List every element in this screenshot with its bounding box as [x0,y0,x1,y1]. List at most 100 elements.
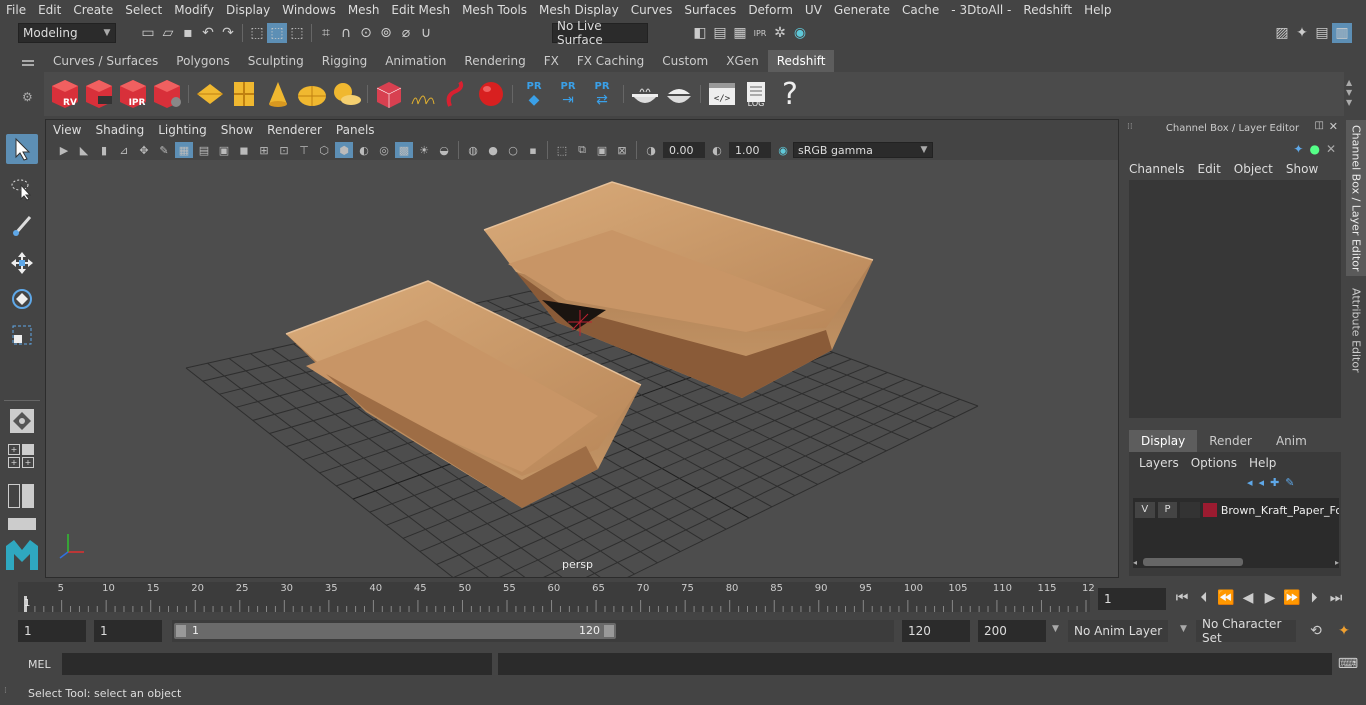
xray-icon[interactable]: ⧉ [573,142,591,158]
view-transform-dropdown[interactable]: sRGB gamma ▼ [793,142,933,158]
image-plane-icon[interactable]: ⊿ [115,142,133,158]
new-layer-icon[interactable]: ✚ [1270,476,1279,489]
step-forward-key-icon[interactable]: ⏩ [1282,588,1302,608]
script-editor-icon[interactable]: ⌨ [1338,654,1358,674]
ipr-render-button[interactable]: IPR [118,78,148,110]
move-layer-down-icon[interactable]: ◂ [1259,476,1265,489]
tab-attribute-editor[interactable]: Attribute Editor [1346,282,1366,378]
manipulator-icon[interactable]: ✦ [1293,142,1303,156]
layout-outliner-icon[interactable] [8,484,38,508]
film-gate-icon[interactable]: ▤ [195,142,213,158]
ipr-render-icon[interactable]: IPR [750,23,770,43]
camera-attrs-icon[interactable]: ◣ [75,142,93,158]
current-frame-field[interactable]: 1 [1098,588,1166,610]
channel-menu-edit[interactable]: Edit [1198,162,1228,176]
tab-animation[interactable]: Animation [376,50,455,72]
menu-windows[interactable]: Windows [276,3,342,17]
layer-color-swatch[interactable] [1203,503,1217,517]
layer-tab-display[interactable]: Display [1129,430,1198,452]
panel-menu-show[interactable]: Show [214,123,260,137]
playback-end-field[interactable]: 120 [902,620,970,642]
panel-menu-view[interactable]: View [46,123,88,137]
layer-hscroll[interactable]: ◂ ▸ [1133,556,1339,568]
menu-edit-mesh[interactable]: Edit Mesh [385,3,456,17]
smooth-shade-icon[interactable]: ⬢ [335,142,353,158]
tab-redshift[interactable]: Redshift [767,50,835,72]
snap-point-icon[interactable]: ⊙ [356,23,376,43]
render-settings-icon[interactable]: ◧ [690,23,710,43]
menu-select[interactable]: Select [119,3,168,17]
gamma-field[interactable]: 1.00 [729,142,771,158]
layer-menu-options[interactable]: Options [1185,456,1243,470]
auto-key-icon[interactable]: ⟲ [1306,621,1326,641]
panel-menu-shading[interactable]: Shading [88,123,151,137]
proxy-diamond-button[interactable] [195,78,225,110]
rect-light-button[interactable] [229,78,259,110]
tab-xgen[interactable]: XGen [717,50,768,72]
channel-menu-show[interactable]: Show [1286,162,1325,176]
pr-export-button[interactable]: PR ⇥ [553,78,583,110]
channel-menu-object[interactable]: Object [1234,162,1280,176]
scene-end-field[interactable]: 200 [978,620,1046,642]
menu-generate[interactable]: Generate [828,3,896,17]
layer-visibility-toggle[interactable]: V [1135,502,1155,518]
menu-redshift[interactable]: Redshift [1017,3,1078,17]
tab-custom[interactable]: Custom [653,50,717,72]
go-to-end-icon[interactable]: ⏭ [1326,588,1346,608]
redo-icon[interactable]: ↷ [218,23,238,43]
play-backward-icon[interactable]: ◀ [1238,588,1258,608]
menu-cache[interactable]: Cache [896,3,945,17]
save-scene-icon[interactable]: ▪ [178,23,198,43]
menu-mesh[interactable]: Mesh [342,3,386,17]
gate-mask-icon[interactable]: ◼ [235,142,253,158]
playback-start-field[interactable]: 1 [94,620,162,642]
textured-icon[interactable]: ▩ [395,142,413,158]
log-button[interactable]: LOG [741,78,771,110]
chevron-down-icon[interactable]: ▼ [1052,624,1059,634]
menu-file[interactable]: File [0,3,32,17]
tab-fx[interactable]: FX [535,50,568,72]
menu-modify[interactable]: Modify [168,3,220,17]
character-controls-icon[interactable]: ✦ [1292,23,1312,43]
live-surface-field[interactable]: No Live Surface [552,19,648,47]
play-forward-icon[interactable]: ▶ [1260,588,1280,608]
tab-polygons[interactable]: Polygons [167,50,238,72]
chevron-down-icon[interactable]: ▼ [1180,624,1187,634]
select-component-icon[interactable]: ⬚ [287,23,307,43]
tab-fx-caching[interactable]: FX Caching [568,50,653,72]
wireframe-icon[interactable]: ⬡ [315,142,333,158]
safe-title-icon[interactable]: ⊤ [295,142,313,158]
layer-playback-toggle[interactable]: P [1157,502,1178,518]
scale-tool-button[interactable] [6,320,38,350]
safe-action-icon[interactable]: ⊡ [275,142,293,158]
modeling-toolkit-icon[interactable]: ▨ [1272,23,1292,43]
screen-space-ao-icon[interactable]: ◍ [464,142,482,158]
sphere-button[interactable] [476,78,506,110]
tab-curves-surfaces[interactable]: Curves / Surfaces [44,50,167,72]
menu-edit[interactable]: Edit [32,3,67,17]
render-sequence-button[interactable] [84,78,114,110]
gear-icon[interactable]: ⚙ [22,90,33,104]
mel-input[interactable] [62,653,492,675]
tab-channel-box[interactable]: Channel Box / Layer Editor [1346,120,1366,276]
hair-strands-button[interactable] [408,78,438,110]
layer-menu-help[interactable]: Help [1243,456,1282,470]
render-view-icon[interactable]: ◉ [790,23,810,43]
select-tool-button[interactable] [6,134,38,164]
3d-scene[interactable]: persp [46,160,1118,631]
layout-single-icon[interactable]: + + + [8,444,38,472]
exposure-icon[interactable]: ◑ [642,142,660,158]
spot-light-button[interactable] [263,78,293,110]
layer-tab-anim[interactable]: Anim [1264,430,1319,452]
channel-box-icon[interactable]: ▥ [1332,23,1352,43]
shadows-icon[interactable]: ◒ [435,142,453,158]
help-button[interactable]: ? [775,77,805,112]
range-handle[interactable]: 1 120 [174,623,616,639]
menu-create[interactable]: Create [67,3,119,17]
shelf-handle[interactable]: ⚙ [20,56,36,116]
layout-split-icon[interactable] [8,518,36,530]
depth-of-field-icon[interactable]: ▪ [524,142,542,158]
xray-joints-icon[interactable]: ▣ [593,142,611,158]
shelf-scroll[interactable]: ▲ ▼ ▼ [1346,78,1358,108]
render-frame-icon[interactable]: ▦ [730,23,750,43]
